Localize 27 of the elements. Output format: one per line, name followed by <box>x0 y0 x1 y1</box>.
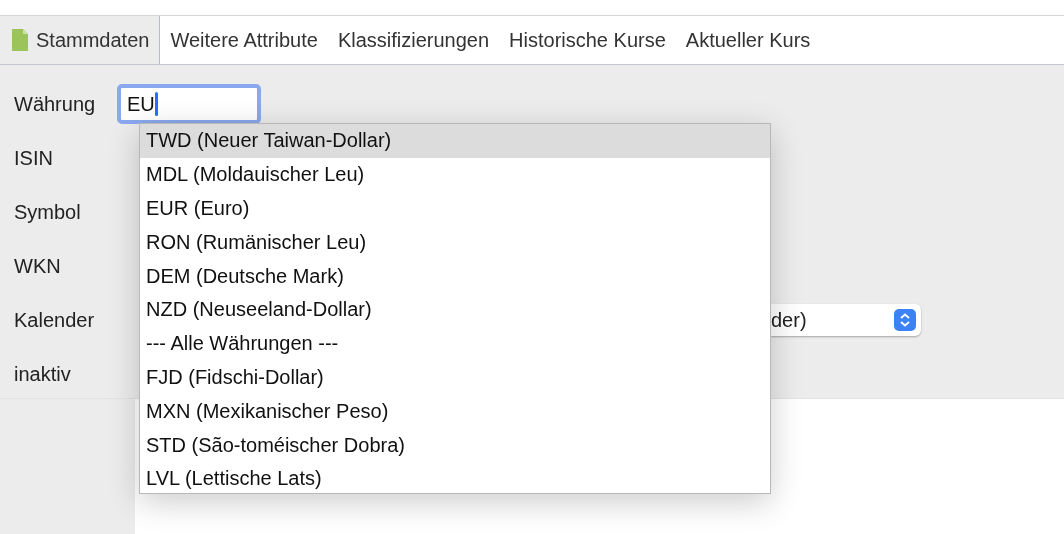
suggestion-item[interactable]: EUR (Euro) <box>140 191 770 226</box>
tab[interactable]: Historische Kurse <box>499 16 676 64</box>
stepper-icon <box>894 309 916 331</box>
suggestion-item[interactable]: RON (Rumänischer Leu) <box>140 225 770 260</box>
field-value: EU <box>127 92 155 116</box>
currency-field[interactable]: EU <box>117 84 261 124</box>
suggestion-item[interactable]: FJD (Fidschi-Dollar) <box>140 360 770 395</box>
field-label: Kalender <box>13 308 96 332</box>
suggestion-item[interactable]: --- Alle Währungen --- <box>140 326 770 361</box>
field-label: WKN <box>13 254 62 278</box>
tab[interactable]: Klassifizierungen <box>327 16 500 64</box>
tab[interactable]: Weitere Attribute <box>160 16 328 64</box>
suggestion-item[interactable]: STD (São-toméischer Dobra) <box>140 428 770 462</box>
tab[interactable]: Aktueller Kurs <box>675 16 821 64</box>
calendar-select[interactable]: der) <box>771 304 921 336</box>
field-label: inaktiv <box>13 362 72 386</box>
suggestion-item[interactable]: LVL (Lettische Lats) <box>140 461 770 496</box>
field-label: ISIN <box>13 146 54 170</box>
suggestion-item[interactable]: NZD (Neuseeland-Dollar) <box>140 293 770 327</box>
suggestion-item[interactable]: DEM (Deutsche Mark) <box>140 259 770 293</box>
suggestion-item[interactable]: TWD (Neuer Taiwan-Dollar) <box>140 124 770 158</box>
suggestion-item[interactable]: MDL (Moldauischer Leu) <box>140 157 770 192</box>
tab[interactable]: Stammdaten <box>0 16 161 64</box>
suggestion-item[interactable]: MXN (Mexikanischer Peso) <box>140 394 770 429</box>
document-icon <box>12 29 28 51</box>
field-label: Symbol <box>13 200 82 224</box>
field-label: Währung <box>13 92 97 116</box>
